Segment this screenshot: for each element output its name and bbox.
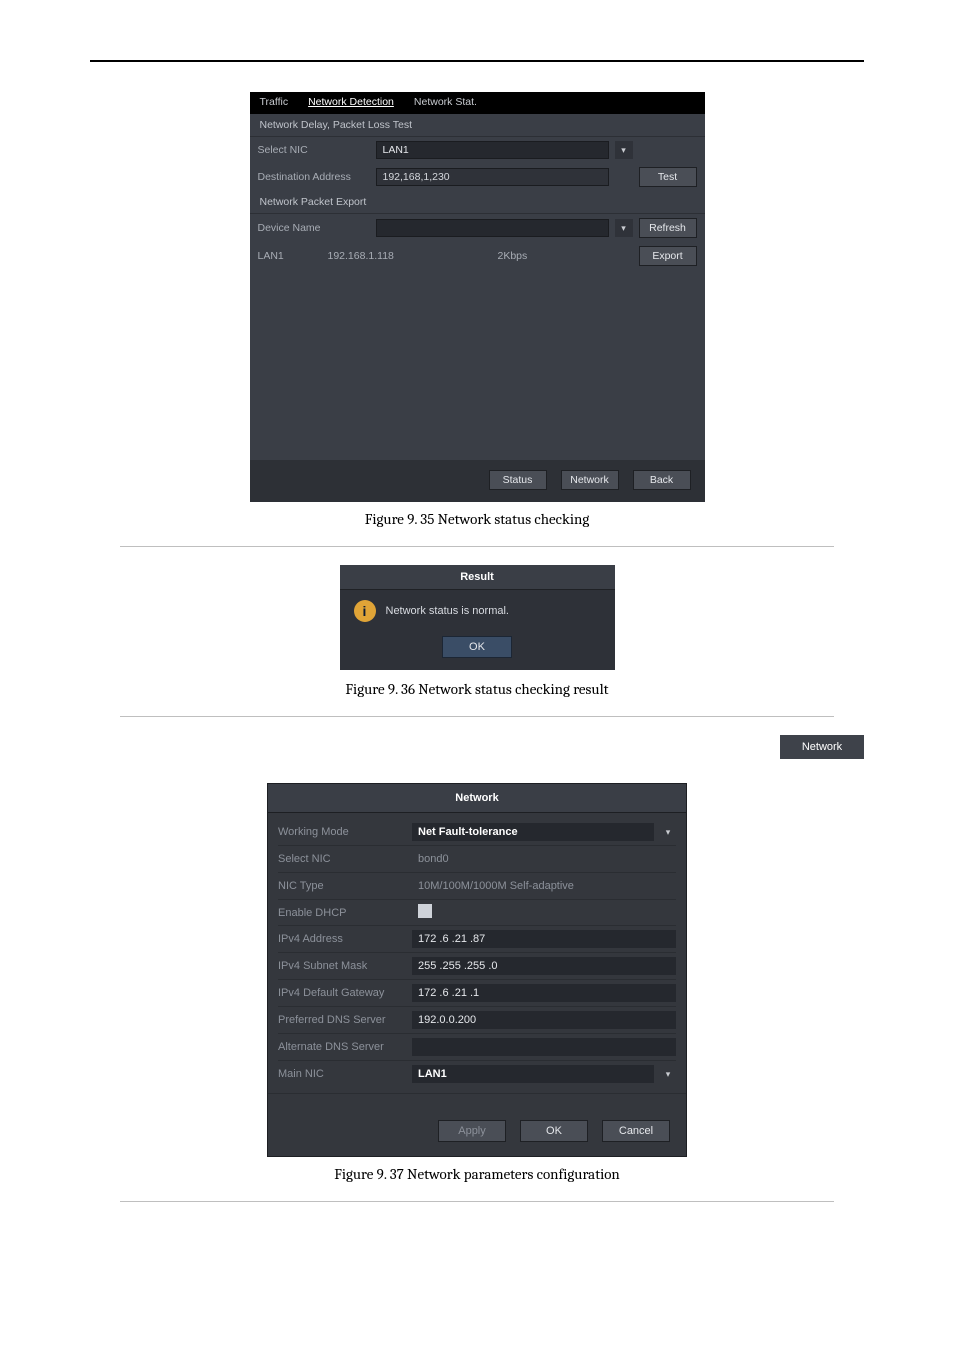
ipv4-subnet-mask-label: IPv4 Subnet Mask [278, 960, 406, 972]
ipv4-gateway-label: IPv4 Default Gateway [278, 987, 406, 999]
tab-bar: Traffic Network Detection Network Stat. [250, 92, 705, 114]
figure-caption-1: Figure 9. 35 Network status checking [0, 510, 954, 528]
chevron-down-icon[interactable]: ▾ [660, 827, 676, 838]
apply-button[interactable]: Apply [438, 1120, 506, 1142]
modal-title: Result [340, 565, 615, 590]
network-button[interactable]: Network [561, 470, 619, 490]
network-inline-button[interactable]: Network [780, 735, 864, 759]
figure-caption-2: Figure 9. 36 Network status checking res… [0, 680, 954, 698]
preferred-dns-input[interactable]: 192.0.0.200 [412, 1011, 676, 1029]
chevron-down-icon[interactable]: ▾ [660, 1069, 676, 1080]
tab-network-stat[interactable]: Network Stat. [404, 92, 487, 114]
export-button[interactable]: Export [639, 246, 697, 266]
result-modal: Result i Network status is normal. OK [340, 565, 615, 670]
device-row-rate: 2Kbps [458, 250, 629, 262]
alternate-dns-label: Alternate DNS Server [278, 1041, 406, 1053]
back-button[interactable]: Back [633, 470, 691, 490]
device-name-dropdown[interactable] [376, 219, 609, 237]
device-name-label: Device Name [258, 222, 370, 234]
chevron-down-icon[interactable]: ▾ [615, 219, 633, 237]
enable-dhcp-checkbox[interactable] [418, 904, 432, 918]
destination-address-value: 192,168,1,230 [383, 171, 450, 183]
preferred-dns-label: Preferred DNS Server [278, 1014, 406, 1026]
ipv4-address-input[interactable]: 172 .6 .21 .87 [412, 930, 676, 948]
chevron-down-icon[interactable]: ▾ [615, 141, 633, 159]
working-mode-label: Working Mode [278, 826, 406, 838]
select-nic-value: bond0 [412, 850, 676, 868]
select-nic-label: Select NIC [278, 853, 406, 865]
device-row: LAN1 192.168.1.118 2Kbps Export [250, 242, 705, 270]
destination-address-input[interactable]: 192,168,1,230 [376, 168, 609, 186]
main-nic-dropdown[interactable]: LAN1 [412, 1065, 654, 1083]
destination-address-label: Destination Address [258, 171, 370, 183]
main-nic-label: Main NIC [278, 1068, 406, 1080]
test-button[interactable]: Test [639, 167, 697, 187]
status-button[interactable]: Status [489, 470, 547, 490]
figure-caption-3: Figure 9. 37 Network parameters configur… [0, 1165, 954, 1183]
select-nic-value: LAN1 [383, 144, 409, 156]
refresh-button[interactable]: Refresh [639, 218, 697, 238]
ipv4-gateway-input[interactable]: 172 .6 .21 .1 [412, 984, 676, 1002]
alternate-dns-input[interactable] [412, 1038, 676, 1056]
tab-network-detection[interactable]: Network Detection [298, 92, 404, 114]
enable-dhcp-label: Enable DHCP [278, 907, 406, 919]
network-parameters-dialog: Network Working Mode Net Fault-tolerance… [267, 783, 687, 1157]
nic-type-label: NIC Type [278, 880, 406, 892]
select-nic-dropdown[interactable]: LAN1 [376, 141, 609, 159]
tab-traffic[interactable]: Traffic [250, 92, 299, 114]
dialog-title: Network [268, 784, 686, 813]
footer-buttons: Status Network Back [250, 460, 705, 502]
select-nic-label: Select NIC [258, 144, 370, 156]
ipv4-address-label: IPv4 Address [278, 933, 406, 945]
nic-type-value: 10M/100M/1000M Self-adaptive [412, 877, 676, 895]
working-mode-dropdown[interactable]: Net Fault-tolerance [412, 823, 654, 841]
section-delay-packet-loss: Network Delay, Packet Loss Test [250, 114, 705, 137]
device-row-name: LAN1 [258, 250, 318, 262]
cancel-button[interactable]: Cancel [602, 1120, 670, 1142]
info-icon: i [354, 600, 376, 622]
modal-message: Network status is normal. [386, 605, 509, 617]
device-row-ip: 192.168.1.118 [328, 250, 448, 262]
ok-button[interactable]: OK [442, 636, 512, 658]
ipv4-subnet-mask-input[interactable]: 255 .255 .255 .0 [412, 957, 676, 975]
section-packet-export: Network Packet Export [250, 191, 705, 214]
network-detection-panel: Traffic Network Detection Network Stat. … [250, 92, 705, 502]
dialog-footer: Apply OK Cancel [268, 1093, 686, 1156]
ok-button[interactable]: OK [520, 1120, 588, 1142]
